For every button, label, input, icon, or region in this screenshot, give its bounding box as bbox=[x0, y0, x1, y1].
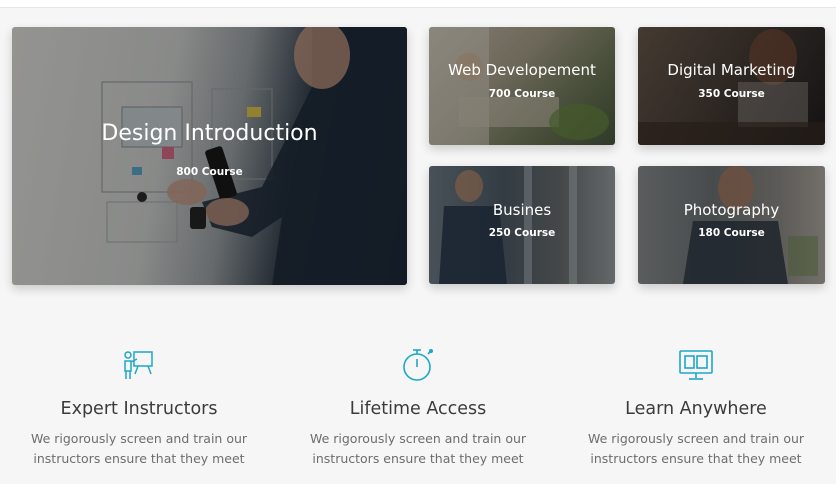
category-card-marketing[interactable]: Digital Marketing 350 Course bbox=[638, 27, 825, 145]
web-count: 700 Course bbox=[488, 88, 556, 100]
marketing-overlay bbox=[638, 27, 825, 145]
feature-title: Expert Instructors bbox=[60, 399, 218, 419]
feature-learn-anywhere: Learn Anywhere We rigorously screen and … bbox=[557, 345, 835, 469]
category-card-web[interactable]: Web Developement 700 Course bbox=[429, 27, 615, 145]
marketing-count: 350 Course bbox=[698, 88, 765, 100]
design-overlay bbox=[12, 27, 407, 285]
design-title: Design Introduction bbox=[101, 121, 318, 146]
feature-description: We rigorously screen and train our instr… bbox=[587, 431, 805, 466]
business-title: Busines bbox=[492, 201, 552, 219]
top-bar bbox=[0, 0, 836, 8]
instructor-board-icon bbox=[124, 351, 153, 379]
feature-description: We rigorously screen and train our instr… bbox=[309, 431, 527, 466]
design-count: 800 Course bbox=[176, 166, 243, 178]
stopwatch-icon bbox=[403, 348, 433, 381]
marketing-title: Digital Marketing bbox=[667, 61, 796, 79]
monitor-icon bbox=[679, 350, 713, 380]
feature-description: We rigorously screen and train our instr… bbox=[30, 431, 248, 466]
feature-title: Learn Anywhere bbox=[625, 399, 767, 419]
feature-lifetime-access: Lifetime Access We rigorously screen and… bbox=[279, 345, 557, 469]
category-card-photography[interactable]: Photography 180 Course bbox=[638, 166, 825, 284]
business-count: 250 Course bbox=[488, 227, 556, 239]
photography-title: Photography bbox=[683, 201, 780, 219]
feature-title: Lifetime Access bbox=[349, 399, 487, 419]
category-card-business[interactable]: Busines 250 Course bbox=[429, 166, 615, 284]
web-overlay bbox=[429, 27, 615, 145]
business-overlay bbox=[429, 166, 615, 284]
feature-expert-instructors: Expert Instructors We rigorously screen … bbox=[0, 345, 278, 469]
photography-count: 180 Course bbox=[698, 227, 765, 239]
photography-overlay bbox=[638, 166, 825, 284]
web-title: Web Developement bbox=[448, 61, 596, 79]
category-card-design[interactable]: Design Introduction 800 Course bbox=[12, 27, 407, 285]
